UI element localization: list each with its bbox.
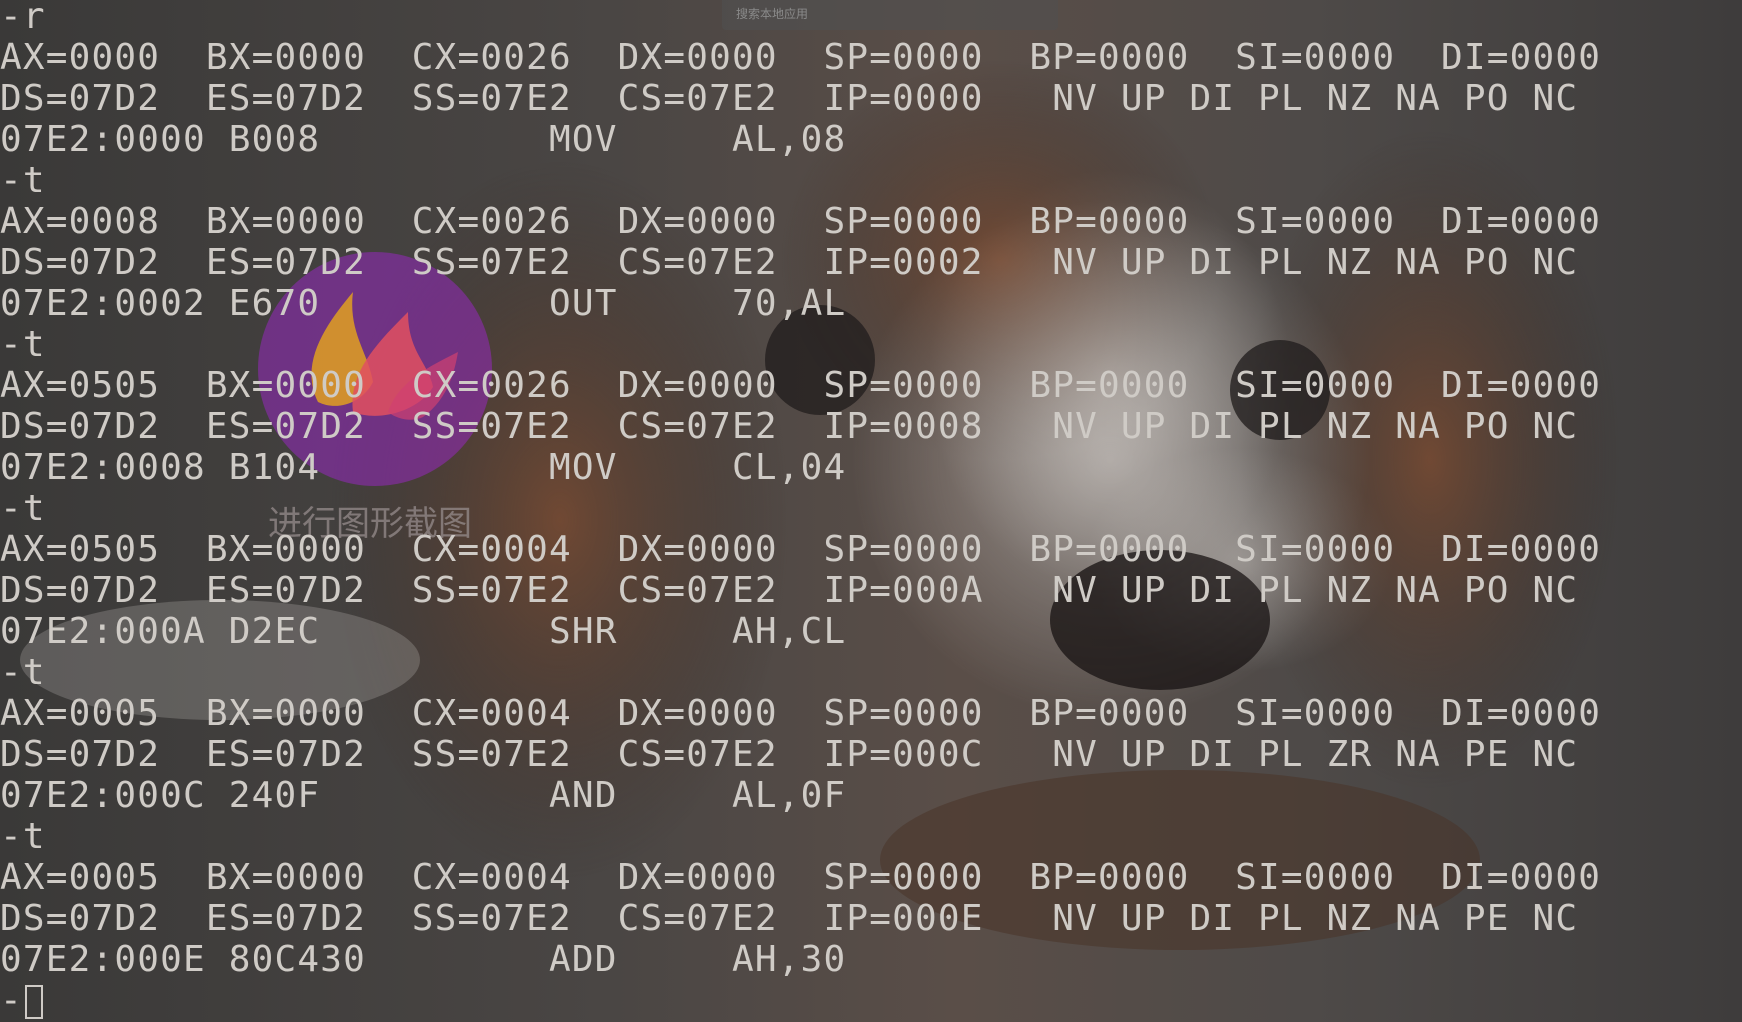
terminal-line: AX=0005 BX=0000 CX=0004 DX=0000 SP=0000 …	[0, 857, 1602, 898]
terminal-line: -t	[0, 488, 46, 529]
terminal-line: DS=07D2 ES=07D2 SS=07E2 CS=07E2 IP=000C …	[0, 734, 1579, 775]
terminal-line: 07E2:0002 E670 OUT 70,AL	[0, 283, 847, 324]
terminal-line: 07E2:0000 B008 MOV AL,08	[0, 119, 847, 160]
terminal-line: -t	[0, 160, 46, 201]
terminal-line: AX=0008 BX=0000 CX=0026 DX=0000 SP=0000 …	[0, 201, 1602, 242]
terminal-line: AX=0505 BX=0000 CX=0004 DX=0000 SP=0000 …	[0, 529, 1602, 570]
terminal-line: DS=07D2 ES=07D2 SS=07E2 CS=07E2 IP=000A …	[0, 570, 1579, 611]
terminal-line: AX=0005 BX=0000 CX=0004 DX=0000 SP=0000 …	[0, 693, 1602, 734]
terminal-line: 07E2:0008 B104 MOV CL,04	[0, 447, 847, 488]
terminal-line: 07E2:000E 80C430 ADD AH,30	[0, 939, 847, 980]
terminal-line: -t	[0, 816, 46, 857]
terminal-line: AX=0000 BX=0000 CX=0026 DX=0000 SP=0000 …	[0, 37, 1602, 78]
terminal-line: -t	[0, 652, 46, 693]
terminal-line: 07E2:000C 240F AND AL,0F	[0, 775, 847, 816]
text-cursor	[24, 985, 43, 1019]
terminal-line: -t	[0, 324, 46, 365]
terminal-line: DS=07D2 ES=07D2 SS=07E2 CS=07E2 IP=0000 …	[0, 78, 1579, 119]
terminal-line: DS=07D2 ES=07D2 SS=07E2 CS=07E2 IP=0002 …	[0, 242, 1579, 283]
command-prompt[interactable]: -	[0, 980, 43, 1021]
terminal-line: DS=07D2 ES=07D2 SS=07E2 CS=07E2 IP=000E …	[0, 898, 1579, 939]
debug-output: -r AX=0000 BX=0000 CX=0026 DX=0000 SP=00…	[0, 0, 1742, 1022]
terminal-line: -r	[0, 0, 46, 37]
terminal-window: 搜索本地应用 进行图形截图 -r AX=0000 BX=0000 CX=0026…	[0, 0, 1742, 1022]
terminal-line: 07E2:000A D2EC SHR AH,CL	[0, 611, 847, 652]
terminal-line: DS=07D2 ES=07D2 SS=07E2 CS=07E2 IP=0008 …	[0, 406, 1579, 447]
prompt-symbol: -	[0, 980, 23, 1021]
terminal-line: AX=0505 BX=0000 CX=0026 DX=0000 SP=0000 …	[0, 365, 1602, 406]
